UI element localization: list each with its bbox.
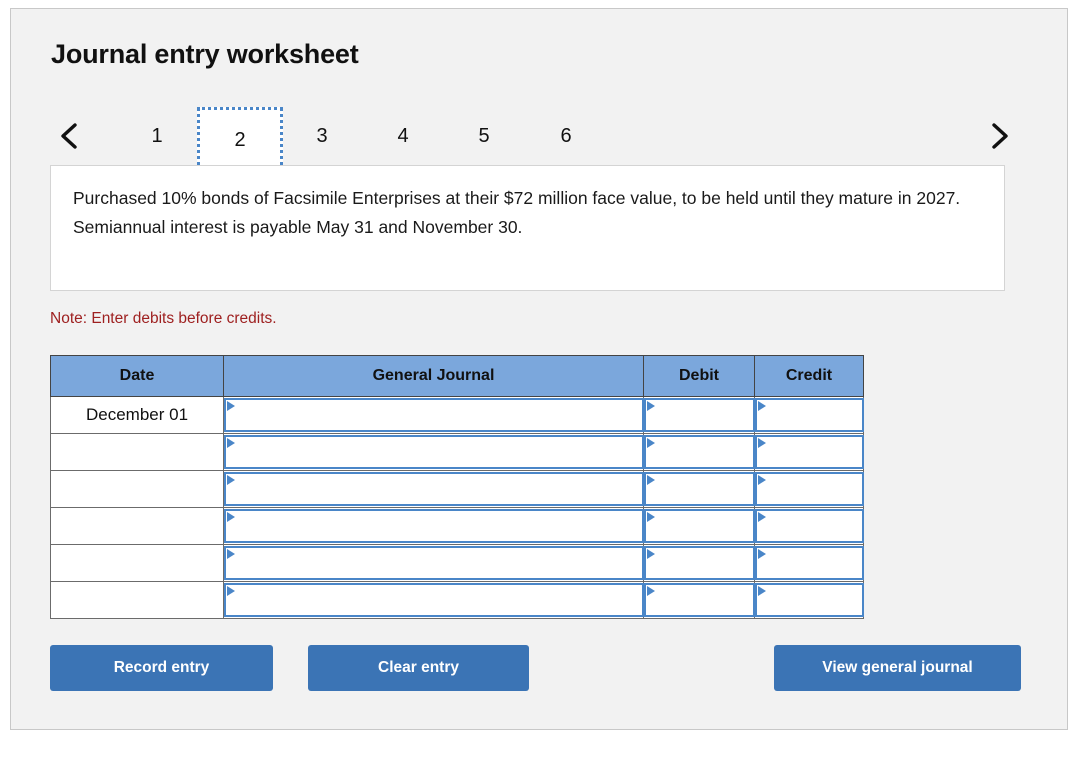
page-tab-5[interactable]: 5 [454,107,514,165]
table-row [50,544,864,582]
general-journal-cell[interactable] [223,470,644,508]
date-cell[interactable]: December 01 [50,396,224,434]
general-journal-input[interactable] [224,546,644,580]
dropdown-triangle-icon [227,401,235,411]
dropdown-triangle-icon [647,549,655,559]
dropdown-triangle-icon [227,475,235,485]
dropdown-triangle-icon [647,512,655,522]
column-header-debit: Debit [643,355,755,397]
record-entry-button[interactable]: Record entry [50,645,273,691]
debit-input[interactable] [644,472,755,506]
credit-cell[interactable] [754,396,864,434]
general-journal-cell[interactable] [223,433,644,471]
next-page-button[interactable] [977,99,1021,173]
chevron-right-icon [987,121,1011,151]
debit-cell[interactable] [643,470,755,508]
table-row [50,470,864,508]
date-cell[interactable] [50,544,224,582]
credit-cell[interactable] [754,470,864,508]
credit-input[interactable] [755,546,864,580]
debit-cell[interactable] [643,507,755,545]
dropdown-triangle-icon [647,475,655,485]
transaction-description-box: Purchased 10% bonds of Facsimile Enterpr… [50,165,1005,291]
credit-input[interactable] [755,509,864,543]
page-navigation: 1 2 3 4 5 6 [11,99,1069,173]
debit-input[interactable] [644,546,755,580]
credit-input[interactable] [755,583,864,617]
page-tab-2[interactable]: 2 [197,107,283,173]
dropdown-triangle-icon [758,475,766,485]
dropdown-triangle-icon [647,586,655,596]
debit-input[interactable] [644,583,755,617]
column-header-credit: Credit [754,355,864,397]
general-journal-input[interactable] [224,472,644,506]
general-journal-cell[interactable] [223,507,644,545]
date-cell[interactable] [50,507,224,545]
dropdown-triangle-icon [227,438,235,448]
credit-cell[interactable] [754,433,864,471]
dropdown-triangle-icon [647,438,655,448]
credit-input[interactable] [755,398,864,432]
dropdown-triangle-icon [758,586,766,596]
debit-input[interactable] [644,509,755,543]
transaction-description-text: Purchased 10% bonds of Facsimile Enterpr… [73,188,961,237]
debit-cell[interactable] [643,581,755,619]
debit-input[interactable] [644,398,755,432]
table-row [50,581,864,619]
debit-cell[interactable] [643,433,755,471]
credit-input[interactable] [755,435,864,469]
dropdown-triangle-icon [758,438,766,448]
page-title: Journal entry worksheet [51,39,359,69]
general-journal-input[interactable] [224,509,644,543]
credit-cell[interactable] [754,507,864,545]
table-row [50,433,864,471]
general-journal-cell[interactable] [223,581,644,619]
general-journal-input[interactable] [224,435,644,469]
page-tab-6[interactable]: 6 [536,107,596,165]
chevron-left-icon [57,121,81,151]
journal-entry-table: Date General Journal Debit Credit Decemb… [50,355,864,619]
general-journal-input[interactable] [224,583,644,617]
worksheet-panel: Journal entry worksheet 1 2 3 4 5 6 Purc… [10,8,1068,730]
dropdown-triangle-icon [647,401,655,411]
page-tab-1[interactable]: 1 [127,107,187,165]
credit-cell[interactable] [754,581,864,619]
dropdown-triangle-icon [227,586,235,596]
dropdown-triangle-icon [227,549,235,559]
table-header-row: Date General Journal Debit Credit [50,355,864,397]
page-tab-3[interactable]: 3 [292,107,352,165]
date-cell[interactable] [50,433,224,471]
general-journal-cell[interactable] [223,544,644,582]
debit-input[interactable] [644,435,755,469]
debit-cell[interactable] [643,544,755,582]
dropdown-triangle-icon [758,549,766,559]
general-journal-input[interactable] [224,398,644,432]
clear-entry-button[interactable]: Clear entry [308,645,529,691]
general-journal-cell[interactable] [223,396,644,434]
dropdown-triangle-icon [758,512,766,522]
dropdown-triangle-icon [758,401,766,411]
view-general-journal-button[interactable]: View general journal [774,645,1021,691]
page-tab-4[interactable]: 4 [373,107,433,165]
previous-page-button[interactable] [47,99,91,173]
table-row: December 01 [50,396,864,434]
date-cell[interactable] [50,581,224,619]
date-cell[interactable] [50,470,224,508]
table-row [50,507,864,545]
debits-before-credits-note: Note: Enter debits before credits. [50,310,277,327]
debit-cell[interactable] [643,396,755,434]
column-header-date: Date [50,355,224,397]
credit-input[interactable] [755,472,864,506]
dropdown-triangle-icon [227,512,235,522]
column-header-general-journal: General Journal [223,355,644,397]
credit-cell[interactable] [754,544,864,582]
